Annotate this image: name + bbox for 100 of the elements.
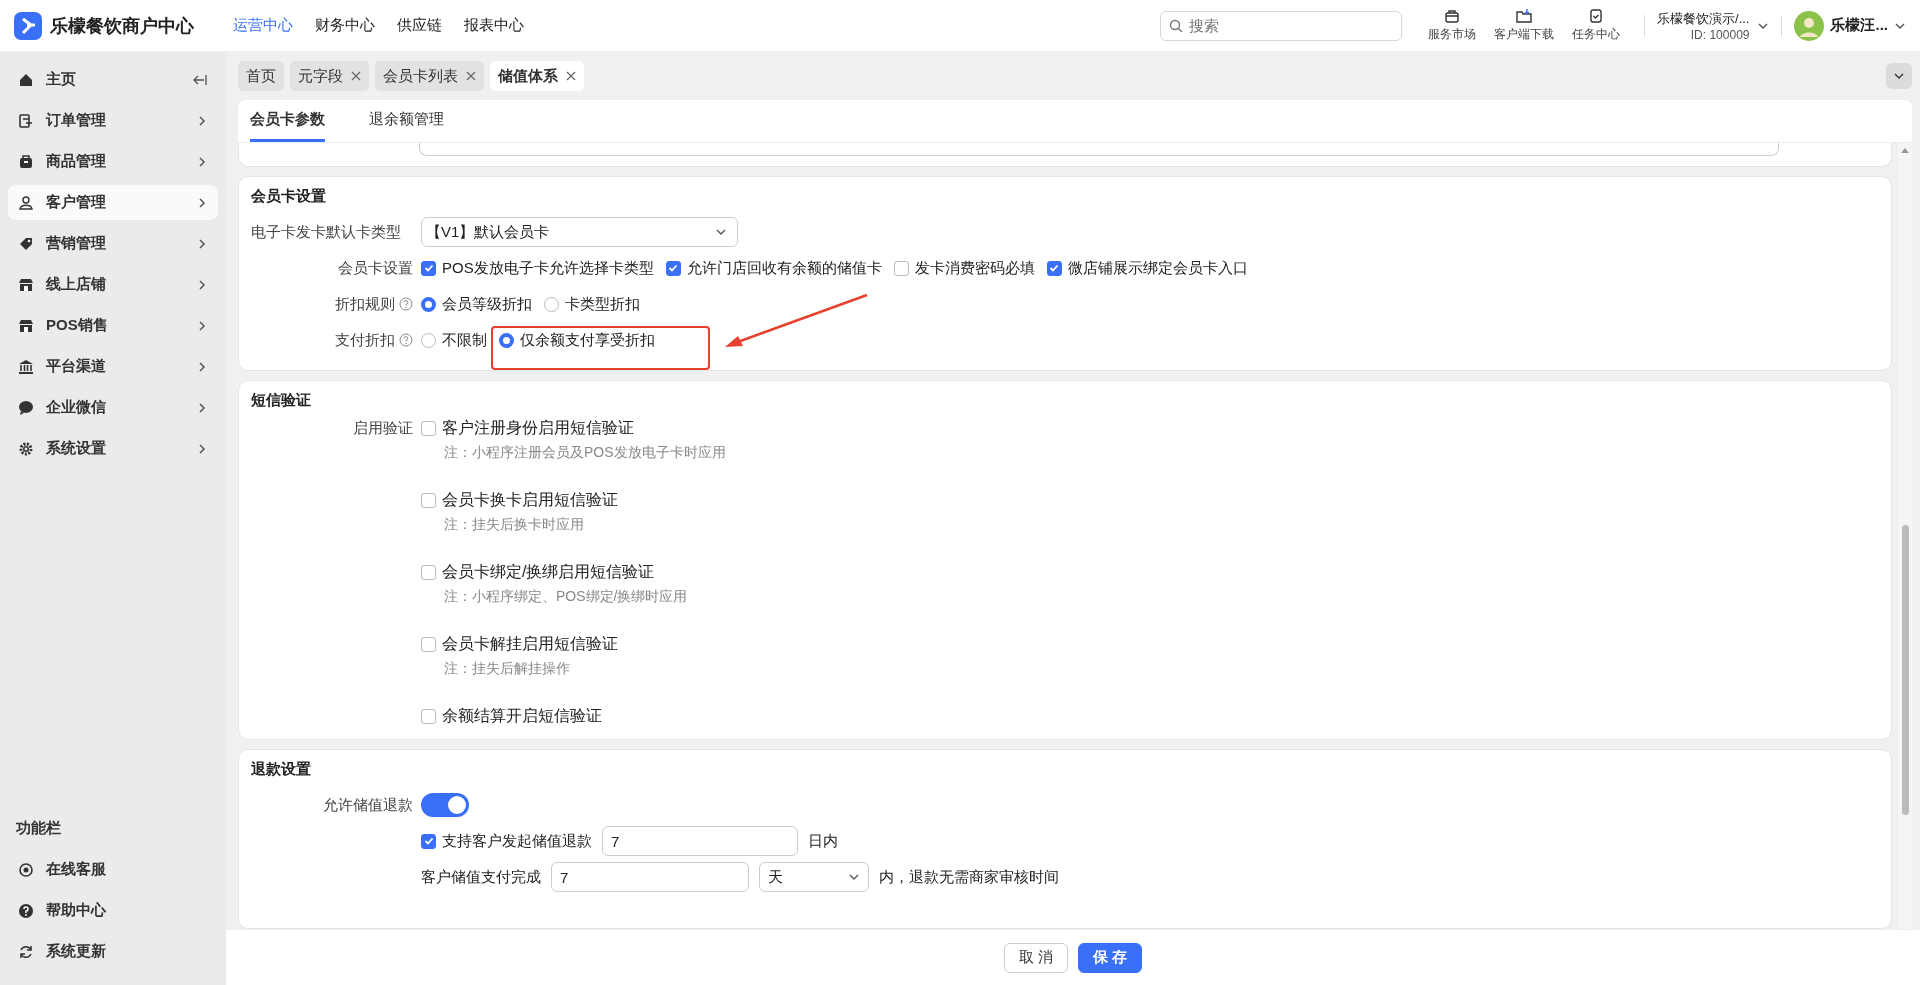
checkbox[interactable]: [421, 637, 436, 652]
select-field[interactable]: 天: [759, 862, 869, 892]
option-label: 卡类型折扣: [565, 294, 640, 314]
chevron-icon: [196, 442, 208, 455]
toolbar-button[interactable]: 客户端下载: [1488, 8, 1561, 43]
nav-tab[interactable]: 报表中心: [464, 16, 524, 35]
folder-download-icon: [1516, 8, 1533, 24]
sidebar-item[interactable]: 主页: [8, 62, 218, 97]
checkbox[interactable]: [421, 833, 436, 849]
check-icon: [1049, 263, 1060, 273]
search-icon: [1169, 18, 1184, 33]
note-text: 注：小程序注册会员及POS发放电子卡时应用: [444, 444, 726, 462]
user-name[interactable]: 乐檬汪...: [1830, 16, 1888, 35]
note-text: 注：挂失后解挂操作: [444, 660, 571, 678]
cancel-button[interactable]: 取 消: [1003, 942, 1068, 973]
sidebar-item[interactable]: 营销管理: [8, 226, 218, 261]
nav-tab[interactable]: 供应链: [397, 16, 442, 35]
radio-button[interactable]: [544, 296, 559, 312]
clipboard-check-icon: [1588, 8, 1605, 24]
tabs-menu-button[interactable]: [1886, 63, 1912, 89]
scroll-up-icon: [1901, 147, 1909, 153]
section-title: 短信验证: [251, 391, 312, 410]
input-field[interactable]: 7: [602, 826, 798, 856]
check-icon: [423, 836, 434, 846]
app-name: 乐檬餐饮商户中心: [50, 14, 194, 38]
page-tab[interactable]: 首页: [238, 61, 284, 91]
option-label: 会员卡解挂启用短信验证: [442, 634, 618, 654]
avatar: [1794, 10, 1825, 41]
help-icon: [18, 902, 34, 919]
page-tab[interactable]: 储值体系: [490, 61, 584, 91]
note-text: 注：挂失后换卡时应用: [444, 516, 585, 534]
checkbox[interactable]: [421, 493, 436, 508]
chat-icon: [18, 399, 34, 416]
checkbox[interactable]: [421, 421, 436, 436]
select-field[interactable]: 【V1】默认会员卡: [421, 217, 738, 247]
option-label: 客户注册身份启用短信验证: [442, 418, 634, 438]
card-tab[interactable]: 退余额管理: [369, 100, 444, 142]
search-field[interactable]: 搜索: [1160, 10, 1403, 41]
sidebar-item[interactable]: POS销售: [8, 308, 218, 343]
option-label: 会员卡换卡启用短信验证: [442, 490, 618, 510]
check-icon: [668, 263, 679, 273]
field-label: 电子卡发卡默认卡类型: [251, 222, 401, 242]
sidebar-item[interactable]: 线上店铺: [8, 267, 218, 302]
note-text: 注：小程序绑定、POS绑定/换绑时应用: [444, 588, 689, 606]
option-label: 会员卡绑定/换绑启用短信验证: [442, 562, 655, 582]
nav-tab[interactable]: 财务中心: [315, 16, 375, 35]
chevron-icon: [196, 278, 208, 291]
sidebar-item[interactable]: 帮助中心: [8, 893, 218, 928]
shop-bag-icon: [1444, 8, 1461, 24]
radio-button[interactable]: [499, 332, 514, 348]
option-label: 仅余额支付享受折扣: [520, 330, 655, 350]
sidebar-item[interactable]: 客户管理: [8, 185, 218, 220]
page-tab[interactable]: 会员卡列表: [375, 61, 484, 91]
person-icon: [18, 194, 34, 211]
close-icon[interactable]: [351, 71, 361, 81]
chevron-icon: [196, 155, 208, 168]
sidebar-item[interactable]: 订单管理: [8, 103, 218, 138]
sidebar-item[interactable]: 系统更新: [8, 934, 218, 969]
chevron-icon: [196, 237, 208, 250]
store-icon: [18, 276, 34, 293]
checkbox[interactable]: [421, 565, 436, 580]
store-icon: [18, 317, 34, 334]
option-label: 会员等级折扣: [442, 294, 532, 314]
sidebar-item[interactable]: 商品管理: [8, 144, 218, 179]
store-name[interactable]: 乐檬餐饮演示/...: [1657, 9, 1750, 28]
section-title: 功能栏: [15, 819, 62, 838]
save-button[interactable]: 保 存: [1078, 942, 1143, 973]
bank-icon: [18, 358, 34, 375]
checkbox[interactable]: [421, 709, 436, 724]
checkbox[interactable]: [665, 260, 681, 276]
chevron-icon: [196, 114, 208, 127]
option-label: 不限制: [442, 330, 487, 350]
checkbox[interactable]: [421, 260, 436, 276]
checkbox[interactable]: [893, 260, 909, 276]
field-label: 折扣规则: [335, 294, 395, 314]
sidebar-item[interactable]: 企业微信: [8, 390, 218, 425]
input-field[interactable]: [419, 143, 1779, 156]
toolbar-button[interactable]: 服务市场: [1416, 8, 1489, 43]
close-icon[interactable]: [566, 71, 576, 81]
radio-button[interactable]: [421, 296, 436, 312]
toolbar-button[interactable]: 任务中心: [1560, 8, 1633, 43]
input-field[interactable]: 7: [551, 862, 749, 892]
nav-tab[interactable]: 运营中心: [233, 16, 293, 35]
option-label: 支持客户发起储值退款: [442, 831, 592, 851]
unit-label: 日内: [808, 831, 838, 851]
section-title: 会员卡设置: [251, 187, 327, 206]
close-icon[interactable]: [466, 71, 476, 81]
document-icon: [18, 112, 34, 129]
sidebar-item[interactable]: 在线客服: [8, 852, 218, 887]
refresh-icon: [18, 943, 34, 960]
sidebar-item[interactable]: 系统设置: [8, 431, 218, 466]
store-id: ID: 100009: [1690, 27, 1750, 42]
home-icon: [18, 71, 34, 88]
scrollbar-thumb[interactable]: [1901, 525, 1909, 815]
field-label: 允许储值退款: [323, 795, 413, 815]
checkbox[interactable]: [1046, 260, 1062, 276]
sidebar-item[interactable]: 平台渠道: [8, 349, 218, 384]
radio-button[interactable]: [421, 332, 436, 348]
toggle-switch[interactable]: [421, 793, 469, 817]
page-tab[interactable]: 元字段: [290, 61, 369, 91]
